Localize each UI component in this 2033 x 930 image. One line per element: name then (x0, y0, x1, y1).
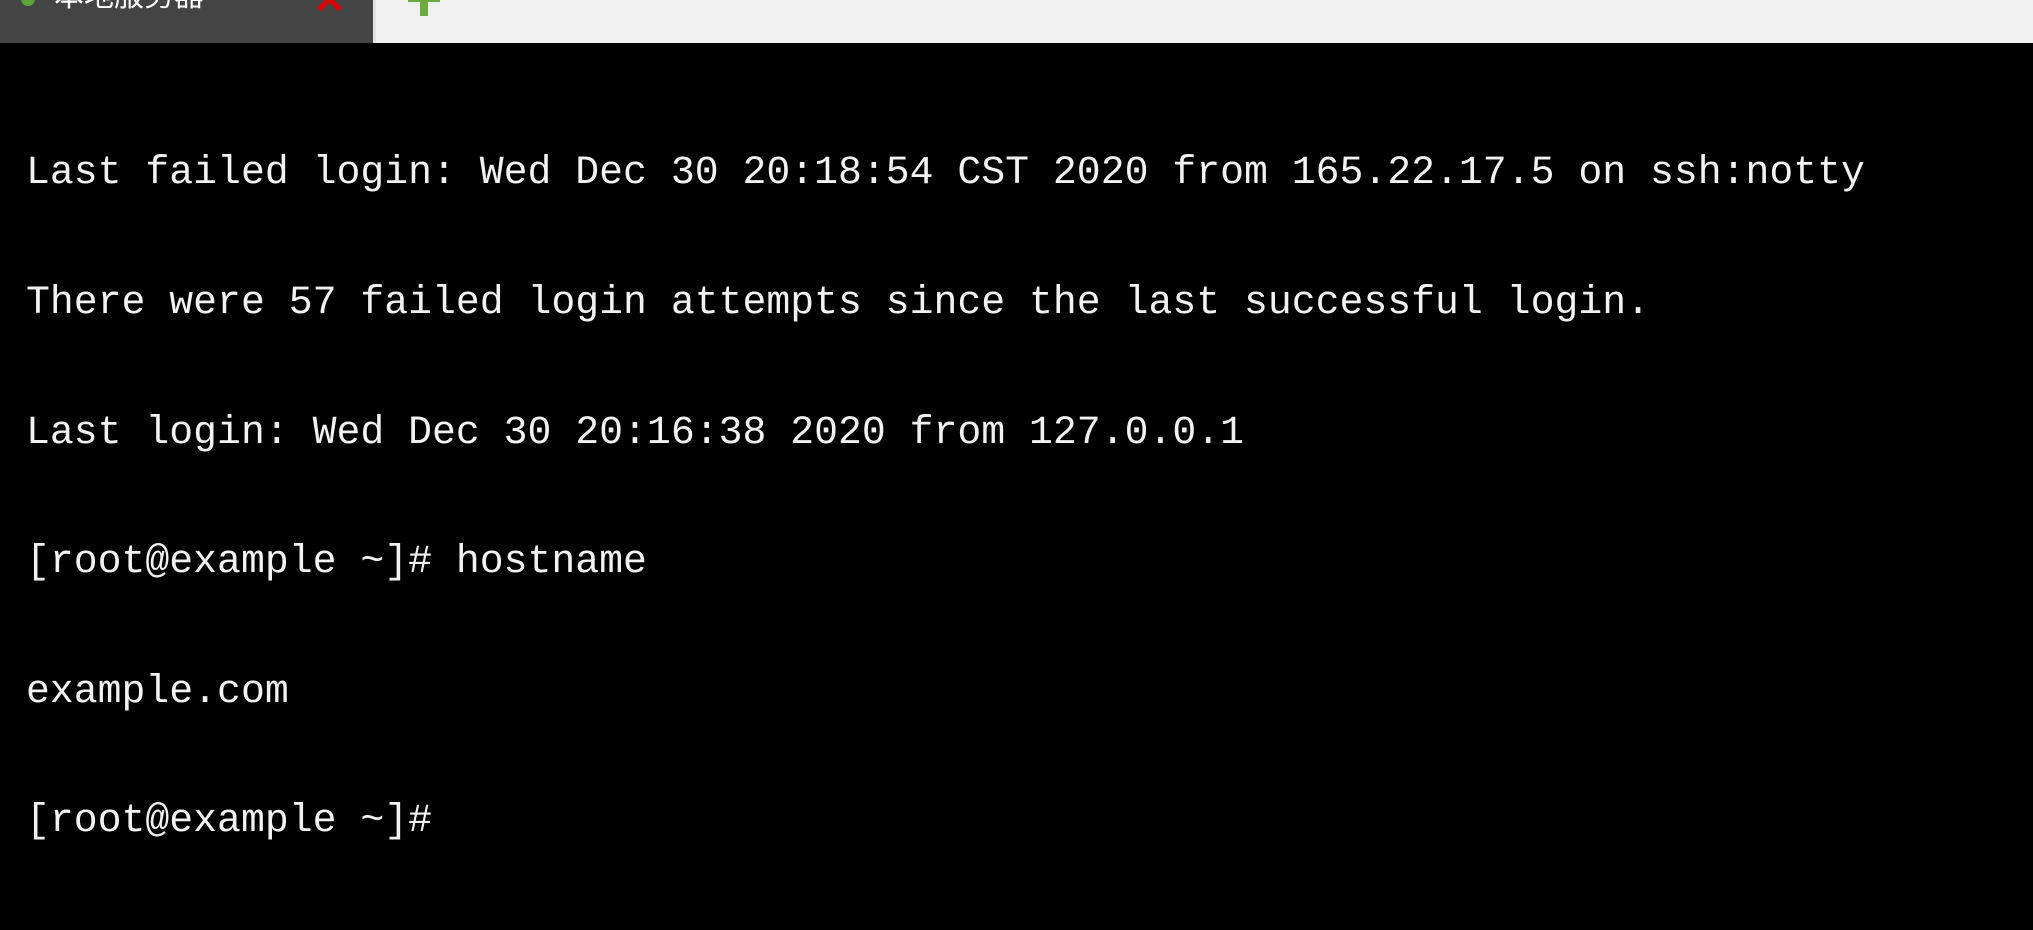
terminal-line: [root@example ~]# hostname (26, 539, 647, 585)
terminal-line: Last login: Wed Dec 30 20:16:38 2020 fro… (26, 409, 1244, 455)
terminal-line: example.com (26, 668, 289, 714)
terminal-output[interactable]: Last failed login: Wed Dec 30 20:18:54 C… (0, 43, 2033, 843)
plus-icon[interactable] (408, 0, 440, 16)
terminal-lines: Last failed login: Wed Dec 30 20:18:54 C… (26, 65, 1865, 929)
connected-dot-icon (21, 0, 35, 6)
terminal-line: Last failed login: Wed Dec 30 20:18:54 C… (26, 150, 1865, 196)
tab-bar: 本地服务器 (0, 0, 2033, 43)
close-icon[interactable] (316, 0, 342, 12)
terminal-line: There were 57 failed login attempts sinc… (26, 280, 1650, 325)
terminal-prompt: [root@example ~]# (26, 798, 432, 844)
tab-label: 本地服务器 (54, 0, 204, 15)
tab-local-server[interactable]: 本地服务器 (0, 0, 373, 43)
tab-divider (373, 0, 376, 43)
